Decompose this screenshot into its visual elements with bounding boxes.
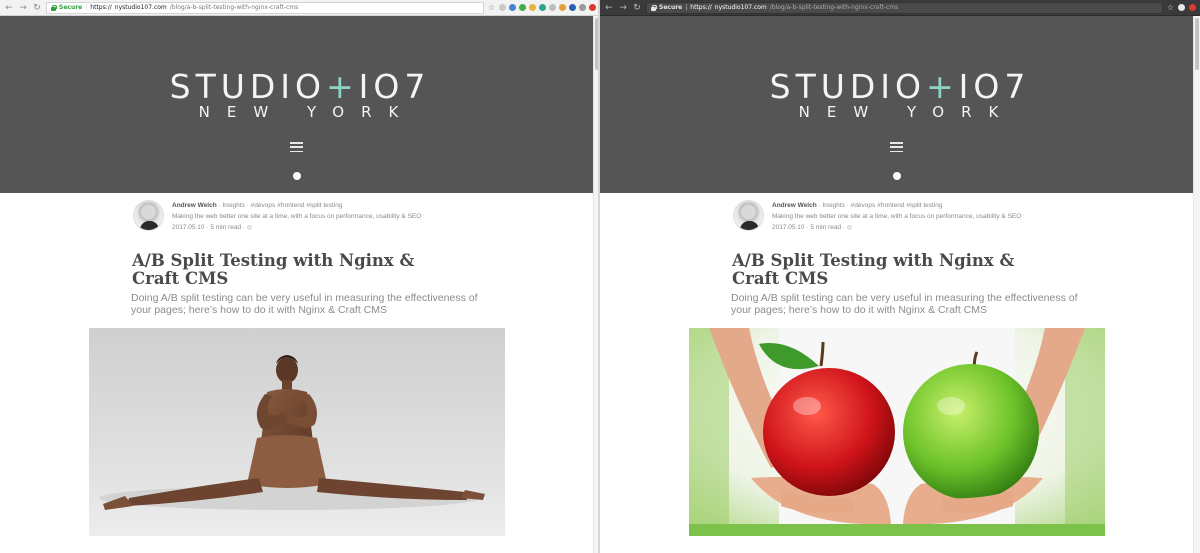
extension-icon[interactable]: [559, 4, 566, 11]
author-name[interactable]: Andrew Welch: [772, 202, 817, 209]
screenshot-root: ← → ↻ Secure | https://nystudio107.com/b…: [0, 0, 1200, 553]
right-scrollbar[interactable]: [1193, 16, 1200, 553]
apples-photo: [689, 328, 1105, 536]
post-tag[interactable]: #frontend: [877, 202, 904, 209]
site-header: STUDIO+IO7 NEW YORK: [600, 16, 1200, 193]
url-scheme: https://: [90, 4, 112, 11]
site-logo[interactable]: STUDIO+IO7 NEW YORK: [600, 69, 1200, 122]
arrow-right-icon[interactable]: →: [18, 3, 28, 13]
author-byline: Andrew Welch · Insights · #devops #front…: [133, 200, 421, 234]
url-host: nystudio107.com: [714, 4, 767, 11]
logo-subline: NEW YORK: [798, 103, 1016, 121]
secure-label: Secure: [659, 4, 683, 11]
right-address-bar[interactable]: Secure | https://nystudio107.com/blog/a-…: [646, 1, 1163, 14]
logo-part1: STUDIO: [769, 67, 927, 106]
hero-image-apples: [689, 328, 1105, 536]
extension-icon[interactable]: [579, 4, 586, 11]
arrow-left-icon[interactable]: ←: [604, 3, 614, 13]
author-bio: Making the web better one site at a time…: [172, 213, 422, 220]
author-meta: Andrew Welch · Insights · #devops #front…: [172, 202, 422, 231]
rss-icon[interactable]: ◎: [247, 225, 252, 231]
url-path: /blog/a-b-split-testing-with-nginx-craft…: [169, 4, 299, 11]
logo-plus: +: [926, 67, 959, 106]
article-title: A/B Split Testing with Nginx & Craft CMS: [132, 251, 415, 288]
rss-icon[interactable]: ◎: [847, 225, 852, 231]
article-subtitle: Doing A/B split testing can be very usef…: [131, 292, 478, 316]
hamburger-menu-icon[interactable]: [890, 142, 903, 152]
article-title: A/B Split Testing with Nginx & Craft CMS: [732, 251, 1015, 288]
left-address-bar[interactable]: Secure | https://nystudio107.com/blog/a-…: [46, 1, 484, 14]
post-date: 2017.05.10: [772, 224, 805, 231]
url-host: nystudio107.com: [114, 4, 167, 11]
extension-icon[interactable]: [569, 4, 576, 11]
extension-icon[interactable]: [1189, 4, 1196, 11]
left-browser-toolbar: ← → ↻ Secure | https://nystudio107.com/b…: [0, 0, 600, 16]
author-bio: Making the web better one site at a time…: [772, 213, 1022, 220]
star-icon[interactable]: ☆: [1167, 3, 1174, 12]
article-subtitle: Doing A/B split testing can be very usef…: [731, 292, 1078, 316]
post-tag[interactable]: #devops: [851, 202, 876, 209]
right-browser-window: ← → ↻ Secure | https://nystudio107.com/b…: [600, 0, 1200, 553]
header-scroll-indicator: [893, 172, 901, 180]
arrow-right-icon[interactable]: →: [618, 3, 628, 13]
read-time: 5 min read: [810, 224, 842, 231]
post-tag[interactable]: #frontend: [277, 202, 304, 209]
left-browser-window: ← → ↻ Secure | https://nystudio107.com/b…: [0, 0, 600, 553]
url-separator: |: [85, 4, 88, 11]
avatar[interactable]: [133, 200, 164, 231]
logo-part1: STUDIO: [169, 67, 327, 106]
extension-icons: [499, 4, 596, 11]
site-header: STUDIO+IO7 NEW YORK: [0, 16, 600, 193]
url-path: /blog/a-b-split-testing-with-nginx-craft…: [769, 4, 899, 11]
logo-wordmark: STUDIO+IO7: [600, 69, 1200, 105]
extension-icon[interactable]: [549, 4, 556, 11]
url-separator: |: [685, 4, 688, 11]
extension-icon[interactable]: [509, 4, 516, 11]
extension-icon[interactable]: [589, 4, 596, 11]
post-tag[interactable]: #split testing: [306, 202, 342, 209]
url-scheme: https://: [690, 4, 712, 11]
logo-wordmark: STUDIO+IO7: [0, 69, 600, 105]
logo-part2: IO7: [958, 67, 1031, 106]
extension-icon[interactable]: [539, 4, 546, 11]
post-category[interactable]: Insights: [222, 202, 244, 209]
extension-icon[interactable]: [519, 4, 526, 11]
extension-icon[interactable]: [529, 4, 536, 11]
post-tag[interactable]: #devops: [251, 202, 276, 209]
post-tag[interactable]: #split testing: [906, 202, 942, 209]
dancer-photo: [89, 328, 505, 536]
extension-icon[interactable]: [499, 4, 506, 11]
logo-plus: +: [326, 67, 359, 106]
logo-subline: NEW YORK: [198, 103, 416, 121]
read-time: 5 min read: [210, 224, 242, 231]
hamburger-menu-icon[interactable]: [290, 142, 303, 152]
post-category[interactable]: Insights: [822, 202, 844, 209]
logo-part2: IO7: [358, 67, 431, 106]
extension-icon[interactable]: [1178, 4, 1185, 11]
header-scroll-indicator: [293, 172, 301, 180]
lock-icon: [51, 4, 57, 11]
star-icon[interactable]: ☆: [488, 3, 495, 12]
author-name[interactable]: Andrew Welch: [172, 202, 217, 209]
secure-label: Secure: [59, 4, 83, 11]
reload-icon[interactable]: ↻: [32, 3, 42, 13]
author-byline: Andrew Welch · Insights · #devops #front…: [733, 200, 1021, 234]
site-logo[interactable]: STUDIO+IO7 NEW YORK: [0, 69, 600, 122]
lock-icon: [651, 4, 657, 11]
reload-icon[interactable]: ↻: [632, 3, 642, 13]
author-meta: Andrew Welch · Insights · #devops #front…: [772, 202, 1022, 231]
hero-image-dancer: [89, 328, 505, 536]
scrollbar-thumb[interactable]: [1195, 18, 1199, 70]
right-browser-toolbar: ← → ↻ Secure | https://nystudio107.com/b…: [600, 0, 1200, 16]
post-date: 2017.05.10: [172, 224, 205, 231]
arrow-left-icon[interactable]: ←: [4, 3, 14, 13]
avatar[interactable]: [733, 200, 764, 231]
